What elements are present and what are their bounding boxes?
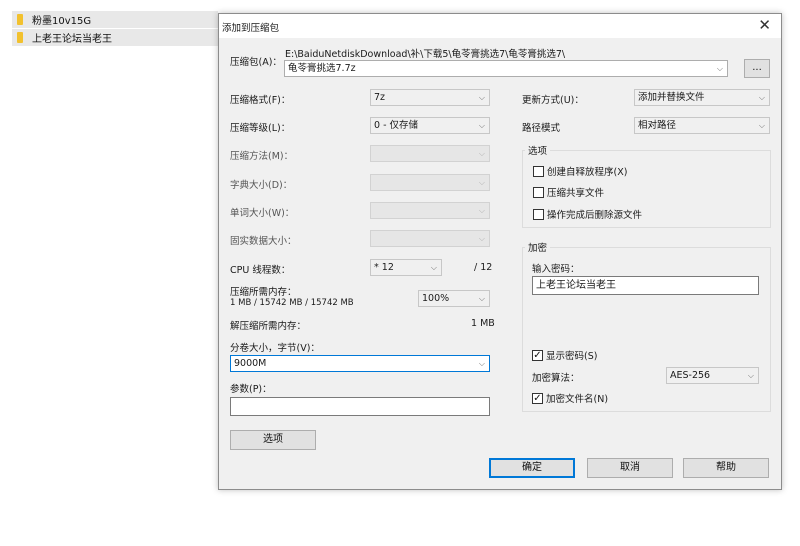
level-value: 0 - 仅存储 [374,120,419,131]
method-select[interactable]: ⌵ [370,145,490,162]
explorer-item-1[interactable]: 粉墨10v15G [12,11,218,28]
volume-size-combo[interactable]: 9000M ⌵ [230,355,490,372]
delete-after-label: 操作完成后删除源文件 [547,210,643,221]
mem-decompress-value: 1 MB [471,318,495,329]
path-mode-label: 路径模式 [522,123,561,134]
checkbox-box [533,208,544,220]
encryption-group-title: 加密 [525,240,551,254]
add-to-archive-dialog: 添加到压缩包 ✕ 压缩包(A)： E:\BaiduNetdiskDownload… [218,13,782,490]
ok-button[interactable]: 确定 [489,458,575,478]
folder-icon [17,32,23,43]
dict-size-label: 字典大小(D)： [230,180,293,191]
chevron-down-icon: ⌵ [716,64,723,73]
archive-name-combo[interactable]: 龟苓膏挑选7.7z ⌵ [284,60,728,77]
cpu-threads-select[interactable]: * 12 ⌵ [370,259,442,276]
explorer-item-label: 上老王论坛当老王 [32,34,112,45]
password-input[interactable]: 上老王论坛当老王 [532,276,759,295]
update-mode-value: 添加并替换文件 [638,92,705,103]
chevron-down-icon: ⌵ [430,263,437,272]
encryption-method-select[interactable]: AES-256 ⌵ [666,367,759,384]
chevron-down-icon: ⌵ [478,121,485,130]
cpu-threads-value: * 12 [374,262,394,273]
cpu-threads-label: CPU 线程数： [230,265,291,276]
encrypt-names-label: 加密文件名(N) [546,394,609,405]
show-password-label: 显示密码(S) [546,351,598,362]
params-label: 参数(P)： [230,384,272,395]
archive-path: E:\BaiduNetdiskDownload\补\下载5\龟苓膏挑选7\龟苓膏… [285,49,566,60]
chevron-down-icon: ⌵ [747,371,754,380]
chevron-down-icon: ⌵ [758,93,765,102]
format-label: 压缩格式(F)： [230,95,291,106]
path-mode-value: 相对路径 [638,120,677,131]
chevron-down-icon: ⌵ [478,178,485,187]
cancel-button[interactable]: 取消 [587,458,673,478]
checkbox-box [533,186,544,198]
close-icon[interactable]: ✕ [758,16,771,34]
format-select[interactable]: 7z ⌵ [370,89,490,106]
mem-percent-value: 100% [422,293,450,304]
chevron-down-icon: ⌵ [478,149,485,158]
cpu-threads-max: / 12 [474,262,493,273]
word-size-label: 单词大小(W)： [230,208,295,219]
sfx-checkbox[interactable]: 创建自释放程序(X) [533,164,627,178]
update-mode-label: 更新方式(U)： [522,95,584,106]
checkbox-box [533,165,544,177]
options-group-title: 选项 [525,143,551,157]
sfx-label: 创建自释放程序(X) [547,167,628,178]
params-input[interactable] [230,397,490,416]
method-label: 压缩方法(M)： [230,151,294,162]
dialog-title: 添加到压缩包 [222,23,280,34]
chevron-down-icon: ⌵ [478,206,485,215]
checkbox-box: ✓ [532,392,543,404]
explorer-item-label: 粉墨10v15G [32,16,92,27]
show-password-checkbox[interactable]: ✓ 显示密码(S) [532,348,597,362]
options-button[interactable]: 选项 [230,430,316,450]
password-label: 输入密码： [532,264,580,275]
explorer-item-2[interactable]: 上老王论坛当老王 [12,29,218,46]
mem-decompress-label: 解压缩所需内存： [230,321,307,332]
encryption-method-value: AES-256 [670,370,711,381]
browse-button[interactable]: ... [744,59,770,78]
update-mode-select[interactable]: 添加并替换文件 ⌵ [634,89,770,106]
mem-compress-detail: 1 MB / 15742 MB / 15742 MB [230,298,354,308]
level-label: 压缩等级(L)： [230,123,291,134]
help-button[interactable]: 帮助 [683,458,769,478]
chevron-down-icon: ⌵ [478,234,485,243]
path-mode-select[interactable]: 相对路径 ⌵ [634,117,770,134]
solid-size-label: 固实数据大小： [230,236,297,247]
mem-compress-label: 压缩所需内存： [230,287,297,298]
chevron-down-icon: ⌵ [478,294,485,303]
shared-files-label: 压缩共享文件 [547,188,605,199]
solid-size-select[interactable]: ⌵ [370,230,490,247]
volume-size-value: 9000M [234,358,267,369]
chevron-down-icon: ⌵ [758,121,765,130]
word-size-select[interactable]: ⌵ [370,202,490,219]
encrypt-names-checkbox[interactable]: ✓ 加密文件名(N) [532,391,608,405]
chevron-down-icon: ⌵ [478,359,485,368]
delete-after-checkbox[interactable]: 操作完成后删除源文件 [533,207,642,221]
format-value: 7z [374,92,386,103]
title-bar: 添加到压缩包 ✕ [219,14,781,38]
volume-size-label: 分卷大小，字节(V)： [230,343,320,354]
dict-size-select[interactable]: ⌵ [370,174,490,191]
folder-icon [17,14,23,25]
archive-label: 压缩包(A)： [230,57,282,68]
mem-percent-select[interactable]: 100% ⌵ [418,290,490,307]
chevron-down-icon: ⌵ [478,93,485,102]
shared-files-checkbox[interactable]: 压缩共享文件 [533,185,604,199]
checkbox-box: ✓ [532,349,543,361]
encryption-method-label: 加密算法： [532,373,580,384]
level-select[interactable]: 0 - 仅存储 ⌵ [370,117,490,134]
archive-name-value: 龟苓膏挑选7.7z [288,63,356,74]
